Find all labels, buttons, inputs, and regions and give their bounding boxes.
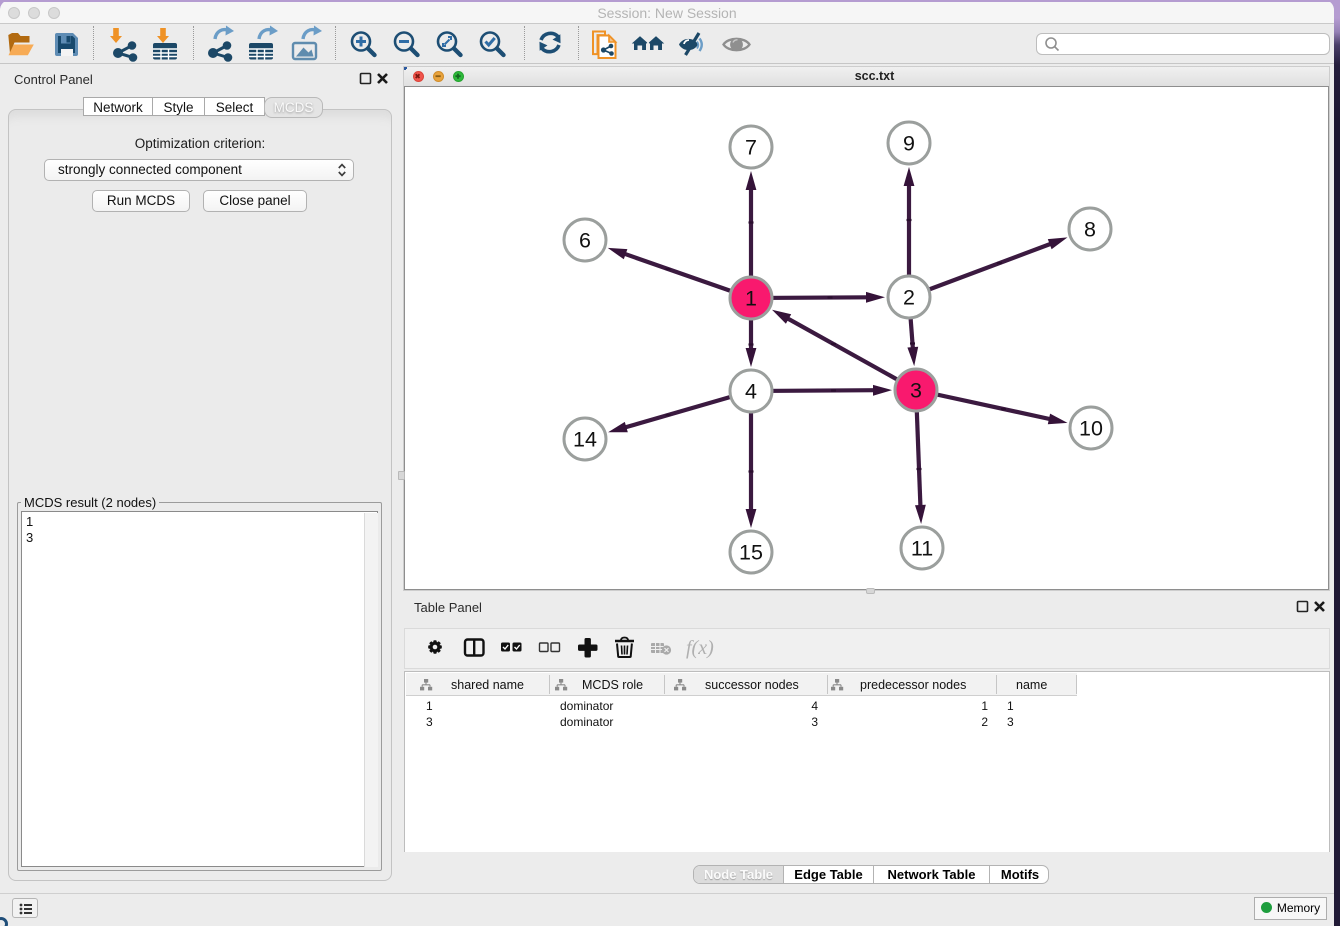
svg-text:9: 9 — [903, 132, 915, 156]
svg-text:3: 3 — [910, 379, 922, 403]
svg-text:6: 6 — [579, 229, 591, 253]
svg-text:7: 7 — [745, 136, 757, 160]
svg-text:11: 11 — [910, 537, 932, 561]
svg-text:2: 2 — [903, 286, 915, 310]
svg-text:4: 4 — [745, 380, 757, 404]
svg-text:1: 1 — [745, 287, 757, 311]
svg-text:14: 14 — [573, 428, 597, 452]
svg-text:f(x): f(x) — [686, 637, 714, 659]
svg-text:10: 10 — [1079, 417, 1103, 441]
svg-text:8: 8 — [1084, 218, 1096, 242]
svg-text:15: 15 — [739, 541, 763, 565]
